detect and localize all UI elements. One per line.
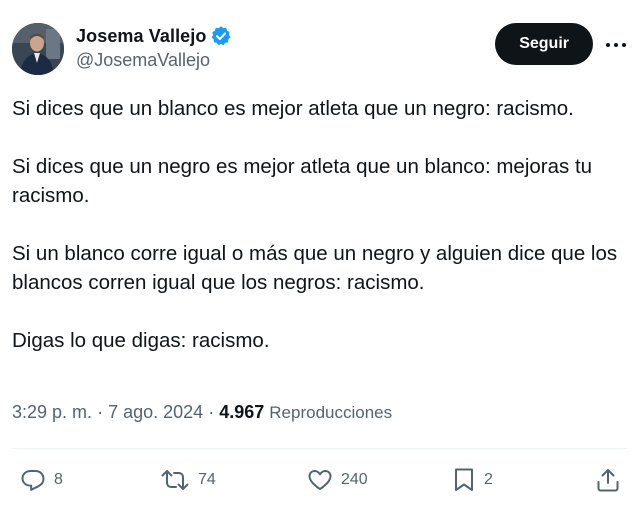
reply-button[interactable]: 8 — [20, 460, 63, 500]
share-icon — [595, 467, 621, 493]
repost-button[interactable]: 74 — [160, 460, 216, 500]
repost-count: 74 — [198, 471, 216, 488]
follow-button[interactable]: Seguir — [495, 23, 593, 65]
tweet-card: Josema Vallejo @JosemaVallejo Seguir Si … — [0, 0, 639, 528]
tweet-text: Si dices que un blanco es mejor atleta q… — [12, 94, 632, 384]
author-names: Josema Vallejo @JosemaVallejo — [76, 24, 232, 71]
tweet-paragraph: Digas lo que digas: racismo. — [12, 329, 270, 352]
meta-separator: · — [97, 402, 104, 422]
tweet-date[interactable]: 7 ago. 2024 — [108, 402, 203, 422]
display-name-row: Josema Vallejo — [76, 24, 232, 48]
more-icon[interactable] — [605, 34, 627, 56]
bookmark-icon — [452, 467, 476, 493]
tweet-paragraph: Si dices que un blanco es mejor atleta q… — [12, 97, 574, 120]
avatar[interactable] — [12, 23, 64, 75]
verified-badge-icon[interactable] — [210, 25, 232, 47]
share-button[interactable] — [595, 460, 621, 500]
like-count: 240 — [341, 471, 368, 488]
reply-icon — [20, 468, 46, 492]
tweet-time[interactable]: 3:29 p. m. — [12, 402, 92, 422]
bookmark-count: 2 — [484, 471, 493, 488]
repost-icon — [160, 468, 190, 492]
action-bar: 8 74 240 2 — [12, 460, 627, 500]
tweet-header: Josema Vallejo @JosemaVallejo Seguir — [12, 22, 627, 78]
tweet-meta: 3:29 p. m. · 7 ago. 2024 · 4.967 Reprodu… — [12, 402, 392, 423]
views-count: 4.967 — [219, 402, 265, 422]
tweet-paragraph: Si un blanco corre igual o más que un ne… — [12, 242, 618, 294]
divider — [12, 448, 627, 449]
heart-icon — [307, 468, 333, 492]
like-button[interactable]: 240 — [307, 460, 368, 500]
bookmark-button[interactable]: 2 — [452, 460, 493, 500]
reply-count: 8 — [54, 471, 63, 488]
author-handle[interactable]: @JosemaVallejo — [76, 50, 232, 71]
views-label: Reproducciones — [269, 403, 393, 422]
tweet-paragraph: Si dices que un negro es mejor atleta qu… — [12, 155, 593, 207]
author-display-name[interactable]: Josema Vallejo — [76, 26, 206, 47]
meta-separator: · — [208, 402, 215, 422]
